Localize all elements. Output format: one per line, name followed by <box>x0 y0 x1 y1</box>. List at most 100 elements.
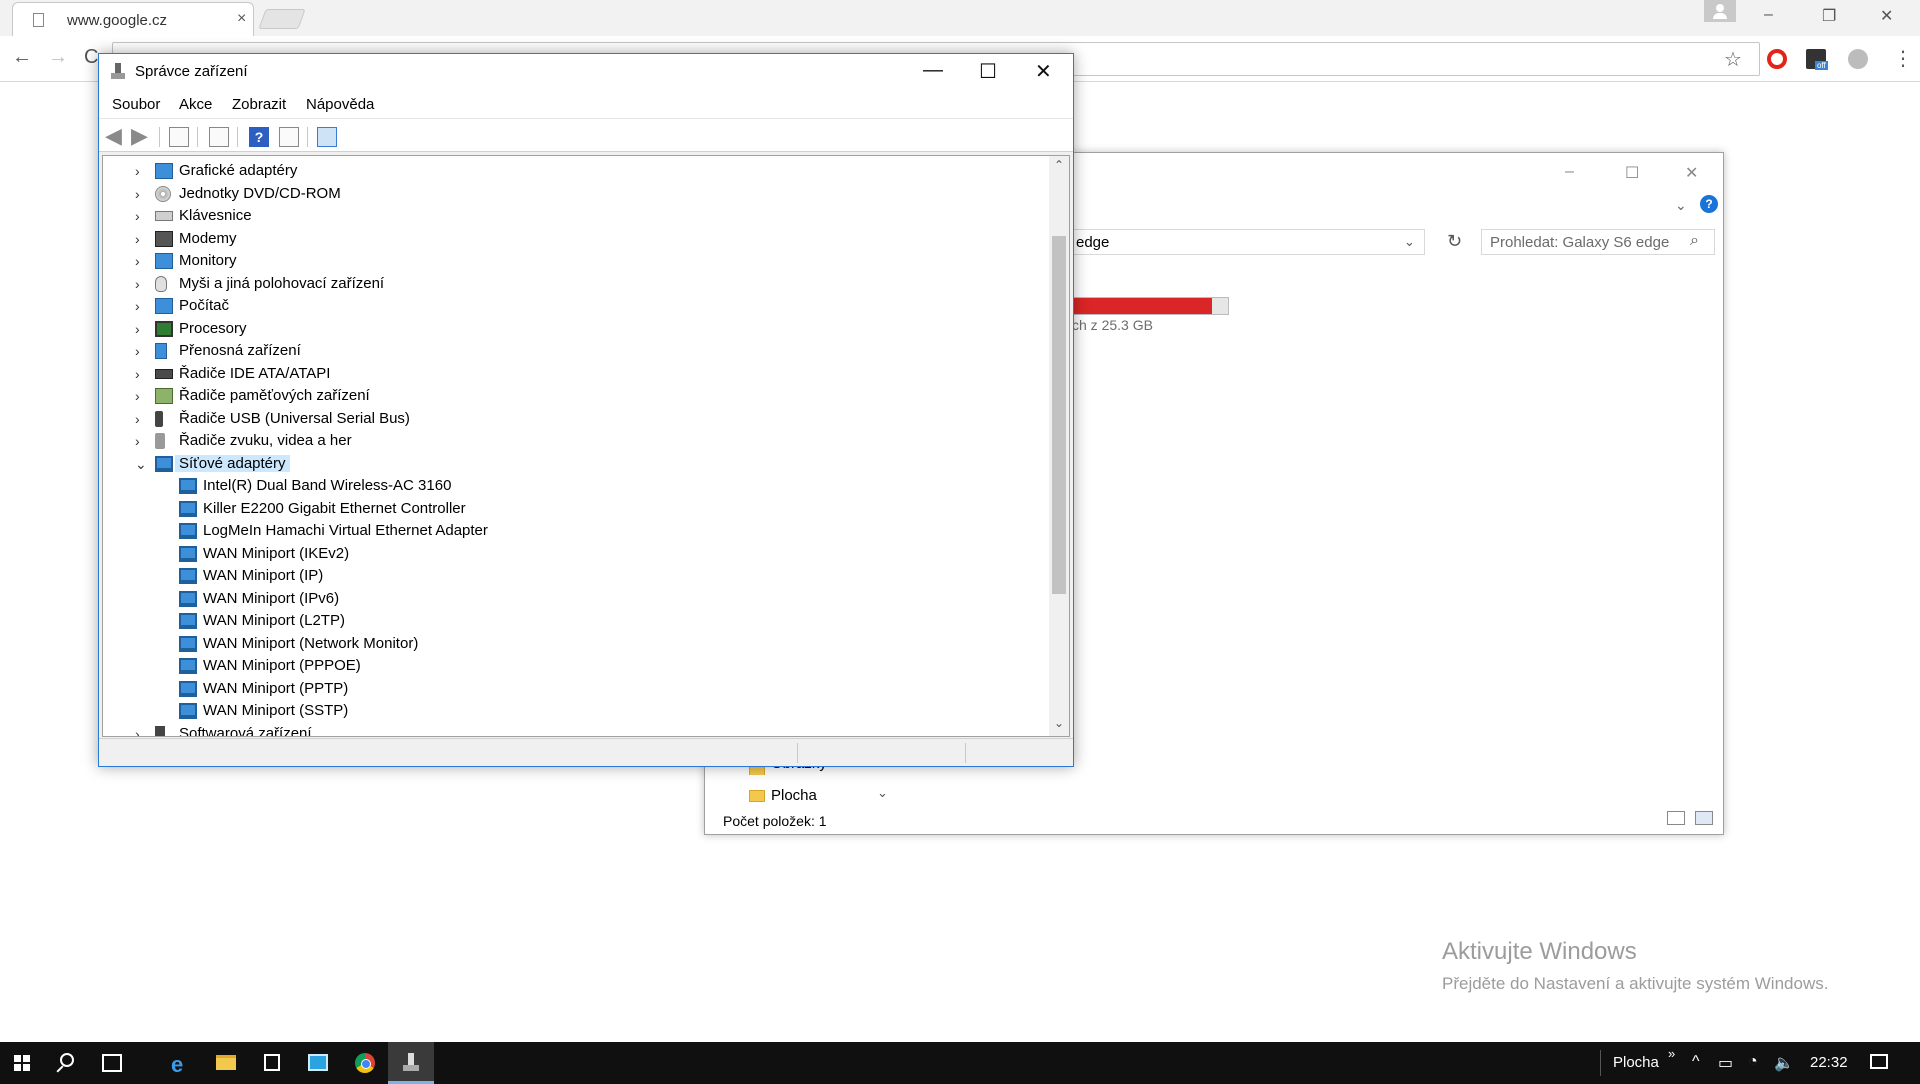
address-dropdown-icon[interactable]: ⌄ <box>1404 234 1415 250</box>
dm-close-button[interactable]: ✕ <box>1035 59 1052 84</box>
scroll-up-icon[interactable]: ⌃ <box>1054 158 1064 172</box>
desktop-toolbar-label[interactable]: Plocha <box>1613 1054 1659 1071</box>
taskbar-explorer[interactable] <box>204 1042 250 1084</box>
browser-close-button[interactable]: ✕ <box>1880 6 1893 26</box>
collapsed-chevron-icon[interactable]: › <box>135 160 140 182</box>
menu-napoveda[interactable]: Nápověda <box>306 96 374 113</box>
taskbar-edge[interactable]: e <box>158 1042 204 1084</box>
forward-arrow-icon[interactable]: ▶ <box>131 125 151 147</box>
reload-icon[interactable]: C <box>84 46 98 69</box>
collapsed-chevron-icon[interactable]: › <box>135 363 140 385</box>
collapsed-chevron-icon[interactable]: › <box>135 430 140 452</box>
explorer-minimize-button[interactable]: – <box>1565 163 1574 181</box>
expanded-chevron-icon[interactable]: ⌄ <box>135 453 147 475</box>
tree-category[interactable]: › Jednotky DVD/CD-ROM <box>103 183 1043 205</box>
forward-arrow-icon[interactable]: → <box>48 46 68 69</box>
collapsed-chevron-icon[interactable]: › <box>135 318 140 340</box>
scroll-down-icon[interactable]: ⌄ <box>1054 716 1064 730</box>
tree-category[interactable]: › Klávesnice <box>103 205 1043 227</box>
collapsed-chevron-icon[interactable]: › <box>135 408 140 430</box>
volume-icon[interactable]: 🔈 <box>1774 1053 1794 1073</box>
help-icon[interactable]: ? <box>1700 195 1718 213</box>
collapsed-chevron-icon[interactable]: › <box>135 250 140 272</box>
back-arrow-icon[interactable]: ← <box>12 46 32 69</box>
mail-extension-icon[interactable]: off <box>1806 49 1828 70</box>
device-manager-titlebar[interactable]: Správce zařízení — ☐ ✕ <box>99 54 1073 90</box>
battery-icon[interactable]: ▭ <box>1718 1053 1733 1073</box>
nav-scroll-down-icon[interactable]: ⌄ <box>877 785 888 801</box>
tree-device[interactable]: LogMeIn Hamachi Virtual Ethernet Adapter <box>103 520 1043 542</box>
tree-device[interactable]: WAN Miniport (PPTP) <box>103 678 1043 700</box>
tree-device[interactable]: Intel(R) Dual Band Wireless-AC 3160 <box>103 475 1043 497</box>
show-hide-tree-icon[interactable] <box>169 127 189 147</box>
scroll-thumb[interactable] <box>1052 236 1066 594</box>
tree-category[interactable]: › Řadiče zvuku, videa a her <box>103 430 1043 452</box>
nav-item-desktop[interactable]: Plocha <box>749 787 817 804</box>
tree-device[interactable]: Killer E2200 Gigabit Ethernet Controller <box>103 498 1043 520</box>
ribbon-expand-icon[interactable]: ⌄ <box>1675 197 1687 214</box>
collapsed-chevron-icon[interactable]: › <box>135 273 140 295</box>
clock[interactable]: 22:32 <box>1810 1054 1848 1071</box>
help-icon[interactable]: ? <box>249 127 269 147</box>
collapsed-chevron-icon[interactable]: › <box>135 183 140 205</box>
menu-zobrazit[interactable]: Zobrazit <box>232 96 286 113</box>
tab-close-icon[interactable]: × <box>237 10 246 28</box>
collapsed-chevron-icon[interactable]: › <box>135 228 140 250</box>
taskbar-app[interactable] <box>296 1042 342 1084</box>
menu-akce[interactable]: Akce <box>179 96 212 113</box>
task-view-button[interactable] <box>90 1042 136 1084</box>
scan-hardware-icon[interactable] <box>317 127 337 147</box>
tree-device[interactable]: WAN Miniport (PPPOE) <box>103 655 1043 677</box>
tree-category[interactable]: › Modemy <box>103 228 1043 250</box>
tree-category[interactable]: › Procesory <box>103 318 1043 340</box>
browser-tab[interactable]: www.google.cz × <box>12 2 254 36</box>
collapsed-chevron-icon[interactable]: › <box>135 723 140 737</box>
tree-category[interactable]: › Řadiče paměťových zařízení <box>103 385 1043 407</box>
search-button[interactable] <box>46 1042 92 1084</box>
tree-device[interactable]: WAN Miniport (IP) <box>103 565 1043 587</box>
browser-minimize-button[interactable]: – <box>1764 6 1773 24</box>
menu-soubor[interactable]: Soubor <box>112 96 160 113</box>
bookmark-star-icon[interactable]: ☆ <box>1724 47 1742 72</box>
action-center-icon[interactable] <box>1870 1054 1888 1069</box>
collapsed-chevron-icon[interactable]: › <box>135 205 140 227</box>
tree-device[interactable]: WAN Miniport (SSTP) <box>103 700 1043 722</box>
view-icon[interactable] <box>279 127 299 147</box>
tree-device[interactable]: WAN Miniport (L2TP) <box>103 610 1043 632</box>
extension-icon[interactable] <box>1848 49 1868 69</box>
taskbar-device-manager[interactable] <box>388 1042 434 1084</box>
wifi-icon[interactable]: ◔ <box>1748 1053 1758 1071</box>
collapsed-chevron-icon[interactable]: › <box>135 385 140 407</box>
collapsed-chevron-icon[interactable]: › <box>135 295 140 317</box>
details-view-icon[interactable] <box>1667 811 1685 825</box>
taskbar-store[interactable] <box>250 1042 296 1084</box>
refresh-icon[interactable]: ↻ <box>1447 231 1462 252</box>
explorer-maximize-button[interactable]: ☐ <box>1625 163 1639 183</box>
tree-category[interactable]: › Počítač <box>103 295 1043 317</box>
large-icons-view-icon[interactable] <box>1695 811 1713 825</box>
tree-category[interactable]: › Myši a jiná polohovací zařízení <box>103 273 1043 295</box>
show-hidden-icons-icon[interactable]: ^ <box>1692 1053 1700 1071</box>
tree-category[interactable]: › Řadiče USB (Universal Serial Bus) <box>103 408 1043 430</box>
tree-device[interactable]: WAN Miniport (IPv6) <box>103 588 1043 610</box>
tree-category[interactable]: › Monitory <box>103 250 1043 272</box>
tree-category[interactable]: › Řadiče IDE ATA/ATAPI <box>103 363 1043 385</box>
profile-icon[interactable] <box>1704 0 1736 22</box>
tree-category[interactable]: › Přenosná zařízení <box>103 340 1043 362</box>
tree-category[interactable]: › Softwarová zařízení <box>103 723 1043 737</box>
start-button[interactable] <box>0 1042 46 1084</box>
explorer-close-button[interactable]: ✕ <box>1685 163 1698 183</box>
dm-maximize-button[interactable]: ☐ <box>979 59 997 84</box>
tree-category[interactable]: ⌄ Síťové adaptéry <box>103 453 1043 475</box>
back-arrow-icon[interactable]: ◀ <box>105 125 125 147</box>
new-tab-button[interactable] <box>258 9 306 29</box>
dm-minimize-button[interactable]: — <box>923 59 943 82</box>
toolbar-expand-icon[interactable]: » <box>1668 1046 1675 1061</box>
tree-category[interactable]: › Grafické adaptéry <box>103 160 1043 182</box>
browser-restore-button[interactable]: ❐ <box>1822 6 1836 26</box>
opera-extension-icon[interactable] <box>1767 49 1787 69</box>
collapsed-chevron-icon[interactable]: › <box>135 340 140 362</box>
tree-device[interactable]: WAN Miniport (IKEv2) <box>103 543 1043 565</box>
taskbar-chrome[interactable] <box>342 1042 388 1084</box>
tree-device[interactable]: WAN Miniport (Network Monitor) <box>103 633 1043 655</box>
